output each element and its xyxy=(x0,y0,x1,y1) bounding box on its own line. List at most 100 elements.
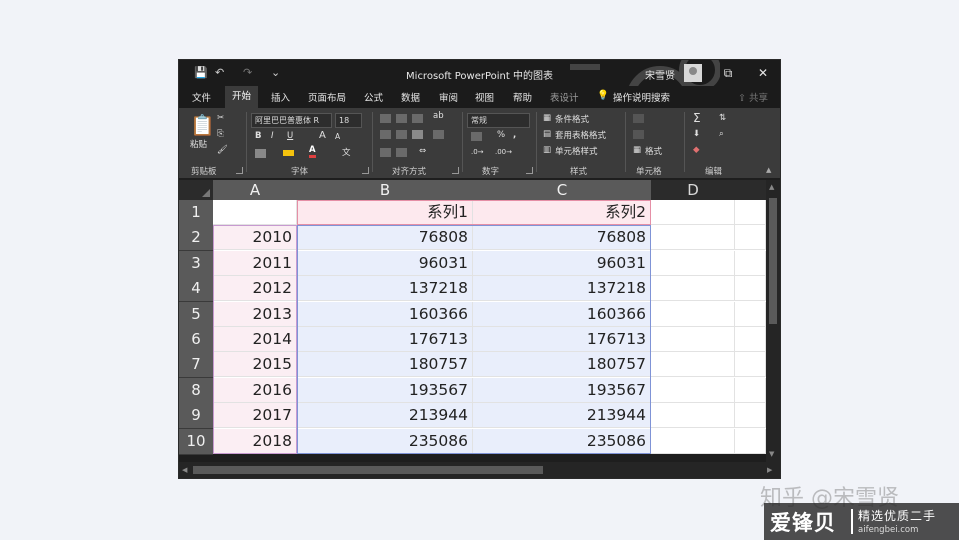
phonetic-icon[interactable]: 文 xyxy=(342,146,351,158)
tab-help[interactable]: 帮助 xyxy=(513,90,532,104)
number-format-box[interactable]: 常规 xyxy=(467,113,530,128)
cell-c9[interactable]: 213944 xyxy=(473,403,651,429)
row-header[interactable]: 1 xyxy=(179,200,213,226)
cell-d2[interactable] xyxy=(651,225,735,251)
share-button[interactable]: ⇪ 共享 xyxy=(738,90,768,104)
row-header[interactable]: 5 xyxy=(179,301,213,328)
cell-a4[interactable]: 2012 xyxy=(213,276,297,302)
bold-button[interactable]: B xyxy=(255,131,261,141)
vertical-scroll-thumb[interactable] xyxy=(769,198,777,324)
cell-c1[interactable]: 系列2 xyxy=(473,200,651,225)
spreadsheet-grid[interactable]: 系列1 系列2 2010 76808 76808 2011 96031 96031 2012 13… xyxy=(213,200,766,454)
autosum-button[interactable]: Σ xyxy=(693,111,701,125)
fill-color-icon[interactable] xyxy=(283,150,294,156)
row-header[interactable]: 10 xyxy=(179,428,213,455)
tell-me-search[interactable]: 操作说明搜索 xyxy=(613,90,670,104)
tab-data[interactable]: 数据 xyxy=(401,90,420,104)
select-all-button[interactable] xyxy=(179,180,213,200)
cell-d7[interactable] xyxy=(735,352,766,378)
close-icon[interactable]: ✕ xyxy=(754,64,772,82)
cell-b3[interactable]: 96031 xyxy=(297,250,473,276)
increase-indent-icon[interactable] xyxy=(396,148,407,157)
cell-d1[interactable] xyxy=(735,200,766,225)
align-top-icon[interactable] xyxy=(380,114,391,123)
increase-decimal-icon[interactable]: .0→ xyxy=(471,148,484,156)
column-header-b[interactable]: B xyxy=(297,180,474,200)
cell-d9[interactable] xyxy=(651,403,735,429)
paste-icon[interactable]: 📋 xyxy=(190,113,215,137)
align-bottom-icon[interactable] xyxy=(412,114,423,123)
number-launcher-icon[interactable] xyxy=(526,167,533,174)
clipboard-launcher-icon[interactable] xyxy=(236,167,243,174)
row-header[interactable]: 4 xyxy=(179,276,213,303)
cell-d10[interactable] xyxy=(735,428,766,454)
conditional-formatting-button[interactable]: 条件格式 xyxy=(555,113,589,125)
cell-a10[interactable]: 2018 xyxy=(213,428,297,454)
cell-b9[interactable]: 213944 xyxy=(297,403,473,429)
cell-d3[interactable] xyxy=(735,250,766,276)
cell-a1[interactable] xyxy=(213,200,297,225)
copy-icon[interactable]: ⎘ xyxy=(217,129,224,139)
cell-d5[interactable] xyxy=(651,301,735,327)
row-header[interactable]: 3 xyxy=(179,250,213,277)
find-select-icon[interactable]: ⌕ xyxy=(719,129,724,139)
tab-page-layout[interactable]: 页面布局 xyxy=(308,90,346,104)
cell-a8[interactable]: 2016 xyxy=(213,377,297,403)
column-header-e[interactable] xyxy=(735,180,767,200)
restore-icon[interactable]: ⧉ xyxy=(719,64,737,82)
cell-d9[interactable] xyxy=(735,403,766,429)
cell-b7[interactable]: 180757 xyxy=(297,352,473,378)
merge-icon[interactable]: ⇔ xyxy=(419,146,426,156)
cell-b10[interactable]: 235086 xyxy=(297,428,473,454)
decrease-decimal-icon[interactable]: .00→ xyxy=(495,148,512,156)
cell-c8[interactable]: 193567 xyxy=(473,377,651,403)
insert-cells-icon[interactable] xyxy=(633,114,644,123)
cell-a3[interactable]: 2011 xyxy=(213,250,297,276)
column-header-c[interactable]: C xyxy=(473,180,652,200)
tab-view[interactable]: 视图 xyxy=(475,90,494,104)
cut-icon[interactable]: ✂ xyxy=(217,113,224,123)
cell-d8[interactable] xyxy=(735,377,766,403)
cell-a5[interactable]: 2013 xyxy=(213,301,297,327)
format-painter-icon[interactable]: 🖌 xyxy=(217,145,228,155)
column-header-a[interactable]: A xyxy=(213,180,298,200)
cell-styles-button[interactable]: 单元格样式 xyxy=(555,145,598,157)
cell-d6[interactable] xyxy=(735,327,766,352)
shrink-font-button[interactable]: A xyxy=(335,132,340,141)
cell-d3[interactable] xyxy=(651,250,735,276)
align-middle-icon[interactable] xyxy=(396,114,407,123)
cell-c10[interactable]: 235086 xyxy=(473,428,651,454)
decrease-indent-icon[interactable] xyxy=(380,148,391,157)
fill-icon[interactable]: ⬇ xyxy=(693,129,700,139)
scroll-down-icon[interactable]: ▼ xyxy=(769,450,774,458)
percent-button[interactable]: % xyxy=(497,130,505,140)
grow-font-button[interactable]: A xyxy=(319,130,326,141)
cell-d6[interactable] xyxy=(651,327,735,352)
cell-c2[interactable]: 76808 xyxy=(473,225,651,251)
cell-d10[interactable] xyxy=(651,428,735,454)
tab-review[interactable]: 审阅 xyxy=(439,90,458,104)
collapse-ribbon-icon[interactable]: ▲ xyxy=(766,166,771,174)
cell-b4[interactable]: 137218 xyxy=(297,276,473,302)
orientation-icon[interactable]: ab xyxy=(433,111,444,121)
scroll-right-icon[interactable]: ▶ xyxy=(767,466,772,474)
tab-table-design[interactable]: 表设计 xyxy=(550,90,579,104)
comma-button[interactable]: , xyxy=(513,130,516,140)
cell-b2[interactable]: 76808 xyxy=(297,225,473,251)
tab-file[interactable]: 文件 xyxy=(192,90,211,104)
cell-b5[interactable]: 160366 xyxy=(297,301,473,327)
cell-d7[interactable] xyxy=(651,352,735,378)
cell-c3[interactable]: 96031 xyxy=(473,250,651,276)
tab-insert[interactable]: 插入 xyxy=(271,90,290,104)
cell-c4[interactable]: 137218 xyxy=(473,276,651,302)
italic-button[interactable]: I xyxy=(271,131,274,141)
cell-d8[interactable] xyxy=(651,377,735,403)
cell-b6[interactable]: 176713 xyxy=(297,327,473,352)
row-header[interactable]: 8 xyxy=(179,377,213,404)
font-size-box[interactable]: 18 xyxy=(335,113,362,128)
paste-button[interactable]: 粘贴 xyxy=(190,138,207,150)
horizontal-scrollbar[interactable]: ◀ ▶ xyxy=(179,462,780,478)
cell-b8[interactable]: 193567 xyxy=(297,377,473,403)
font-name-box[interactable]: 阿里巴巴普惠体 R xyxy=(251,113,332,128)
align-right-icon[interactable] xyxy=(412,130,423,139)
